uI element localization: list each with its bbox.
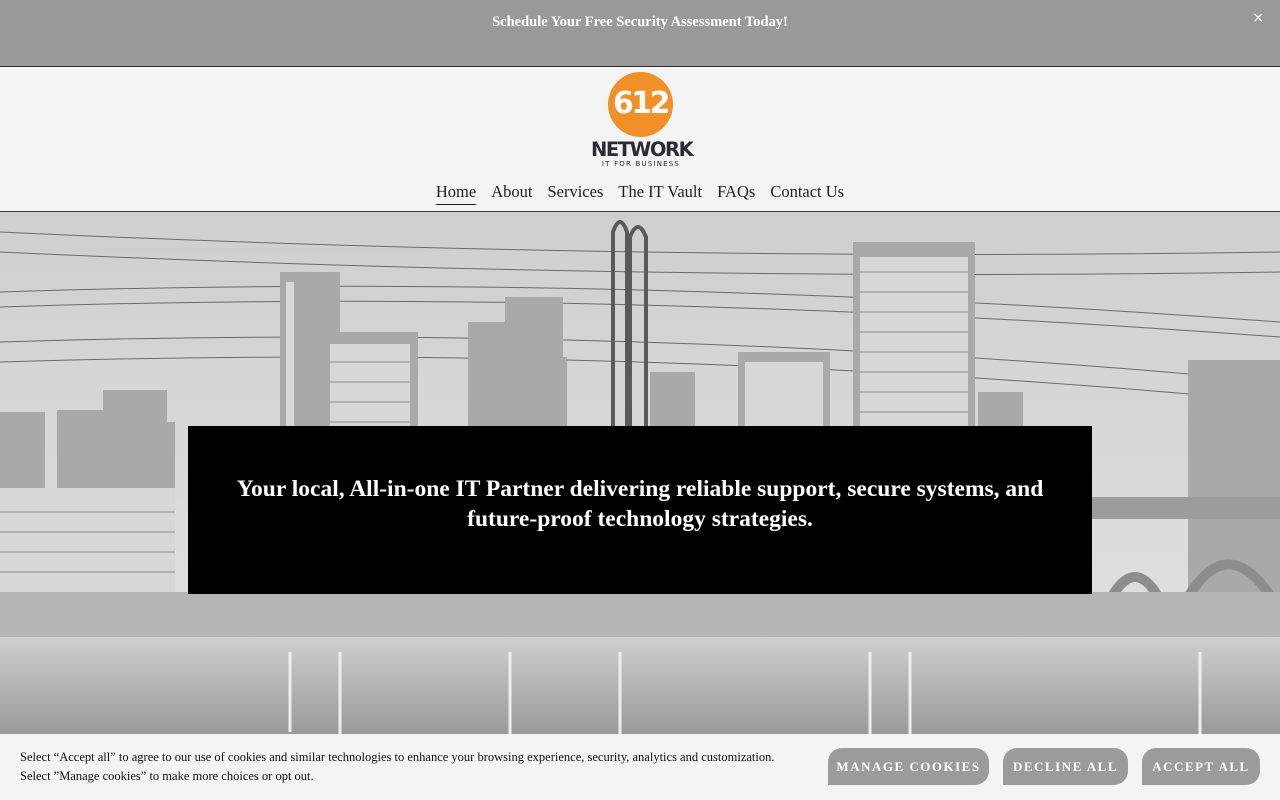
logo-tagline: IT FOR BUSINESS bbox=[601, 160, 681, 168]
announcement-link[interactable]: Schedule Your Free Security Assessment T… bbox=[0, 14, 1280, 31]
announcement-bar: Schedule Your Free Security Assessment T… bbox=[0, 0, 1280, 67]
nav-home[interactable]: Home bbox=[435, 182, 477, 205]
site-header: 612 NETWORK IT FOR BUSINESS Home About Ser… bbox=[0, 67, 1280, 212]
nav-faqs[interactable]: FAQs bbox=[717, 182, 755, 204]
close-icon[interactable]: × bbox=[1252, 10, 1264, 26]
hero-headline: Your local, All-in-one IT Partner delive… bbox=[236, 476, 1044, 532]
nav-about[interactable]: About bbox=[491, 182, 532, 204]
cookie-banner: Select “Accept all” to agree to our use … bbox=[0, 734, 1280, 800]
nav-services[interactable]: Services bbox=[547, 182, 603, 204]
cookie-message-line-1: Select “Accept all” to agree to our use … bbox=[20, 750, 775, 764]
site-logo[interactable]: 612 NETWORK IT FOR BUSINESS bbox=[591, 72, 694, 168]
main-nav: Home About Services The IT Vault FAQs Contact… bbox=[0, 182, 1280, 205]
cookie-message-line-2: Select ”Manage cookies” to make more cho… bbox=[20, 769, 314, 783]
nav-it-vault[interactable]: The IT Vault bbox=[618, 182, 702, 204]
decline-all-button[interactable]: DECLINE ALL bbox=[1003, 748, 1128, 785]
cookie-message: Select “Accept all” to agree to our use … bbox=[20, 748, 810, 786]
logo-name: NETWORK bbox=[591, 138, 694, 161]
hero-section: Your local, All-in-one IT Partner delive… bbox=[0, 212, 1280, 734]
accept-all-button[interactable]: ACCEPT ALL bbox=[1142, 748, 1260, 785]
nav-contact[interactable]: Contact Us bbox=[770, 182, 844, 204]
manage-cookies-button[interactable]: MANAGE COOKIES bbox=[828, 748, 989, 785]
hero-headline-box: Your local, All-in-one IT Partner delive… bbox=[188, 426, 1092, 594]
logo-number: 612 bbox=[612, 86, 671, 121]
